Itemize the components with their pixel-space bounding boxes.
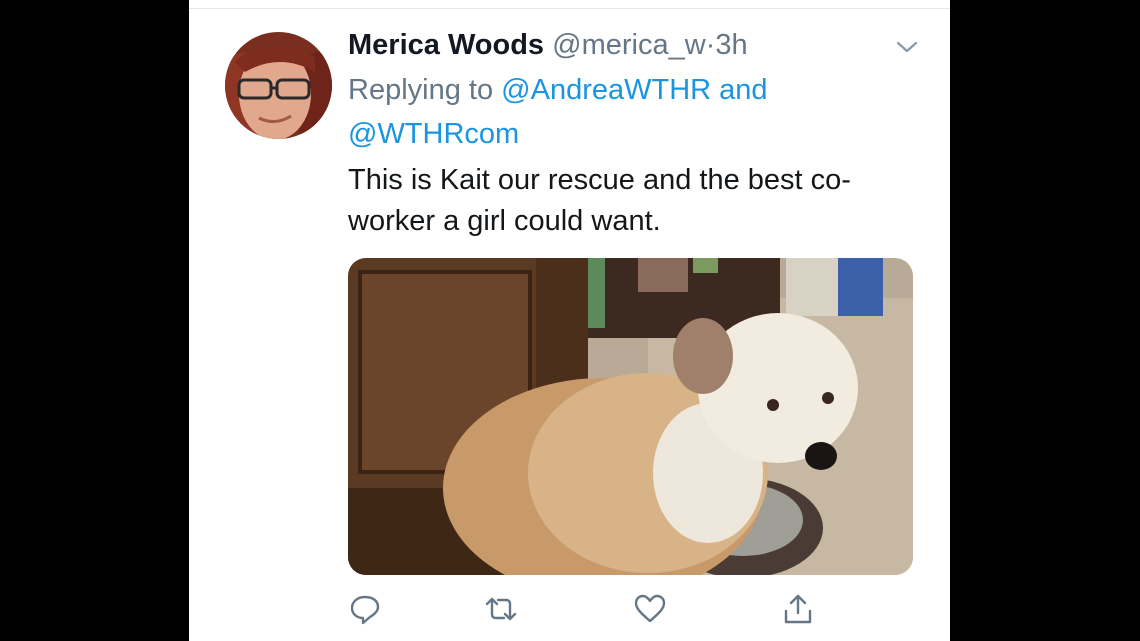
- mention-link[interactable]: @WTHRcom: [348, 118, 519, 150]
- screen: Merica Woods @merica_w·3h Replying to @A…: [0, 0, 1140, 641]
- replying-to: Replying to @AndreaWTHR and @WTHRcom: [348, 68, 848, 156]
- tweet-text: This is Kait our rescue and the best co-…: [348, 164, 851, 237]
- tweet-header: Merica Woods @merica_w·3h: [348, 24, 748, 66]
- heart-icon[interactable]: [633, 592, 667, 626]
- tweet-actions: [348, 590, 868, 630]
- timestamp[interactable]: 3h: [715, 29, 747, 61]
- conjunction[interactable]: and: [719, 74, 767, 106]
- separator-dot: ·: [705, 29, 716, 61]
- chevron-down-icon[interactable]: [895, 38, 919, 56]
- tweet-photo[interactable]: [348, 258, 913, 575]
- handle[interactable]: @merica_w: [552, 29, 706, 61]
- avatar[interactable]: [225, 32, 332, 139]
- tweet-card: Merica Woods @merica_w·3h Replying to @A…: [189, 0, 950, 641]
- replying-prefix: Replying to: [348, 74, 494, 106]
- retweet-icon[interactable]: [484, 592, 518, 626]
- share-icon[interactable]: [781, 592, 815, 626]
- reply-icon[interactable]: [348, 592, 382, 626]
- display-name[interactable]: Merica Woods: [348, 29, 544, 61]
- divider: [189, 8, 950, 9]
- mention-link[interactable]: @AndreaWTHR: [501, 74, 711, 106]
